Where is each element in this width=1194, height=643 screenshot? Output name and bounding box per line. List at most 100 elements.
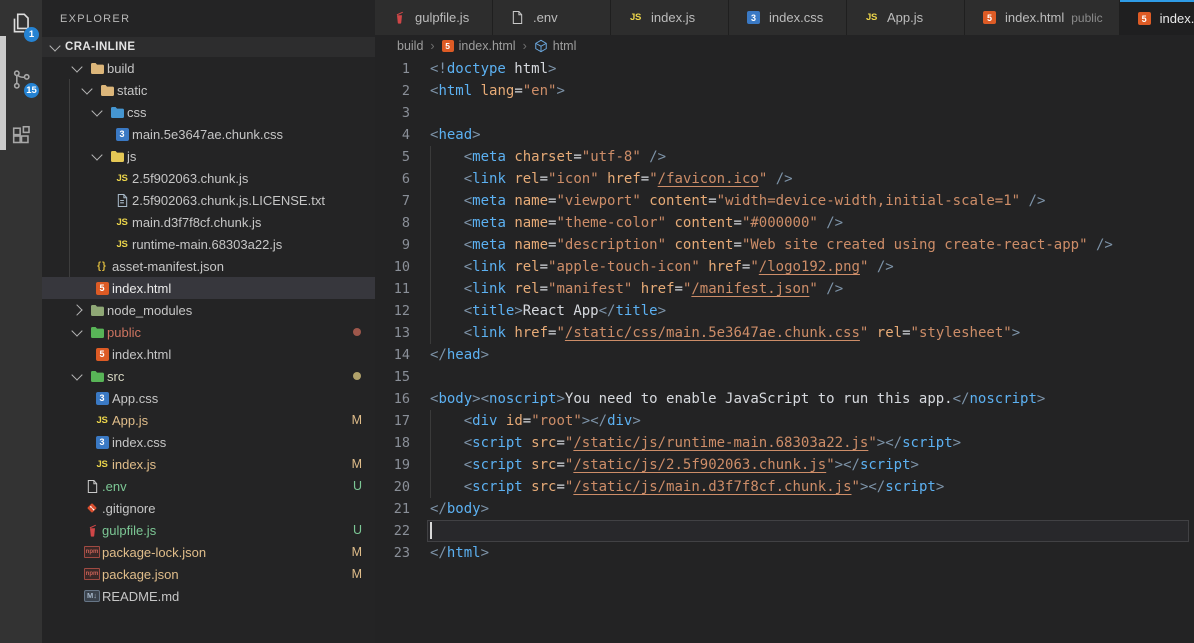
tree-item-label: src: [107, 369, 154, 384]
code-line[interactable]: 15: [375, 366, 1194, 388]
folder-section-header[interactable]: CRA-INLINE: [42, 37, 375, 57]
line-number: 23: [375, 542, 430, 564]
tree-item[interactable]: src: [42, 365, 375, 387]
breadcrumb-item[interactable]: html: [534, 39, 577, 53]
code-line[interactable]: 3: [375, 102, 1194, 124]
chevron-down-icon: [71, 61, 82, 72]
code-line[interactable]: 22: [375, 520, 1194, 542]
code-line[interactable]: 11 <link rel="manifest" href="/manifest.…: [375, 278, 1194, 300]
tree-item[interactable]: JSmain.d3f7f8cf.chunk.js: [42, 211, 375, 233]
tree-item[interactable]: JSruntime-main.68303a22.js: [42, 233, 375, 255]
html-file-icon: 5: [1138, 12, 1151, 25]
code-line[interactable]: 4<head>: [375, 124, 1194, 146]
tree-item[interactable]: 3index.css: [42, 431, 375, 453]
chevron-down-icon: [71, 369, 82, 380]
html-file-icon: 5: [442, 40, 454, 52]
breadcrumb-item[interactable]: build: [397, 39, 423, 53]
js-file-icon: JS: [630, 12, 641, 23]
code-line[interactable]: 21</body>: [375, 498, 1194, 520]
breadcrumb: build›5index.html›html: [375, 35, 1194, 57]
source-control-activity-button[interactable]: 15: [0, 56, 42, 102]
code-line[interactable]: 13 <link href="/static/css/main.5e3647ae…: [375, 322, 1194, 344]
explorer-sidebar: EXPLORER CRA-INLINE buildstaticcss3main.…: [42, 0, 375, 643]
code-line[interactable]: 6 <link rel="icon" href="/favicon.ico" /…: [375, 168, 1194, 190]
tree-item[interactable]: gulpfile.jsU: [42, 519, 375, 541]
code-line[interactable]: 1<!doctype html>: [375, 58, 1194, 80]
tree-item[interactable]: 3App.css: [42, 387, 375, 409]
js-file-icon: JS: [866, 12, 877, 23]
explorer-activity-button[interactable]: 1: [0, 0, 42, 46]
tab-label: index.js: [651, 10, 695, 25]
code-editor[interactable]: 1<!doctype html>2<html lang="en">34<head…: [375, 57, 1194, 643]
tab-gulpfile.js[interactable]: gulpfile.js: [375, 0, 493, 35]
tree-item[interactable]: JSindex.jsM: [42, 453, 375, 475]
extensions-activity-button[interactable]: [0, 112, 42, 158]
chevron-down-icon: [81, 83, 92, 94]
gulp-file-icon: [393, 10, 406, 25]
tree-item[interactable]: JS2.5f902063.chunk.js: [42, 167, 375, 189]
code-line[interactable]: 5 <meta charset="utf-8" />: [375, 146, 1194, 168]
tree-item[interactable]: js: [42, 145, 375, 167]
tab-index.js[interactable]: JS index.js: [611, 0, 729, 35]
tree-item-label: build: [107, 61, 164, 76]
chevron-down-icon: [91, 105, 102, 116]
tree-item-label: README.md: [102, 589, 209, 604]
code-line[interactable]: 2<html lang="en">: [375, 80, 1194, 102]
tab-index.css[interactable]: 3index.css: [729, 0, 847, 35]
code-line[interactable]: 16<body><noscript>You need to enable Jav…: [375, 388, 1194, 410]
tree-item[interactable]: static: [42, 79, 375, 101]
tab-label: index.html: [1160, 11, 1194, 26]
tab-label: App.js: [887, 10, 923, 25]
code-line[interactable]: 20 <script src="/static/js/main.d3f7f8cf…: [375, 476, 1194, 498]
gitignore-file-icon: [85, 501, 99, 515]
line-number: 7: [375, 190, 430, 212]
tree-item[interactable]: .gitignore: [42, 497, 375, 519]
npm-file-icon: npm: [84, 546, 101, 558]
code-line[interactable]: 19 <script src="/static/js/2.5f902063.ch…: [375, 454, 1194, 476]
tree-item[interactable]: 2.5f902063.chunk.js.LICENSE.txt: [42, 189, 375, 211]
tree-item[interactable]: build: [42, 57, 375, 79]
tab-index.html[interactable]: 5index.htmlpublic: [965, 0, 1120, 35]
git-status-badge: M: [352, 545, 362, 559]
tree-item-label: runtime-main.68303a22.js: [132, 237, 312, 252]
tree-item-label: index.css: [112, 435, 196, 450]
git-status-badge: M: [352, 413, 362, 427]
code-line[interactable]: 12 <title>React App</title>: [375, 300, 1194, 322]
code-line[interactable]: 8 <meta name="theme-color" content="#000…: [375, 212, 1194, 234]
code-line[interactable]: 23</html>: [375, 542, 1194, 564]
tree-item[interactable]: npmpackage.jsonM: [42, 563, 375, 585]
git-status-badge: M: [352, 567, 362, 581]
git-status-dot: [353, 372, 361, 380]
tab-App.js[interactable]: JS App.js: [847, 0, 965, 35]
tree-item[interactable]: node_modules: [42, 299, 375, 321]
tab-index.html[interactable]: 5 index.html: [1120, 0, 1194, 35]
tree-item[interactable]: npmpackage-lock.jsonM: [42, 541, 375, 563]
tree-item[interactable]: 3main.5e3647ae.chunk.css: [42, 123, 375, 145]
code-line[interactable]: 10 <link rel="apple-touch-icon" href="/l…: [375, 256, 1194, 278]
code-line[interactable]: 14</head>: [375, 344, 1194, 366]
tree-item-label: .gitignore: [102, 501, 185, 516]
line-number: 10: [375, 256, 430, 278]
html-file-icon: 5: [983, 11, 996, 24]
tab-suffix: public: [1071, 11, 1102, 25]
code-line[interactable]: 18 <script src="/static/js/runtime-main.…: [375, 432, 1194, 454]
tree-item[interactable]: public: [42, 321, 375, 343]
tree-item[interactable]: {}asset-manifest.json: [42, 255, 375, 277]
tree-item[interactable]: JSApp.jsM: [42, 409, 375, 431]
line-number: 16: [375, 388, 430, 410]
tree-item[interactable]: 5index.html: [42, 277, 375, 299]
breadcrumb-item[interactable]: 5index.html: [442, 39, 516, 53]
breadcrumb-separator: ›: [523, 39, 527, 53]
code-line[interactable]: 17 <div id="root"></div>: [375, 410, 1194, 432]
tree-item[interactable]: 5index.html: [42, 343, 375, 365]
tree-item[interactable]: .envU: [42, 475, 375, 497]
tab-.env[interactable]: .env: [493, 0, 611, 35]
code-line[interactable]: 7 <meta name="viewport" content="width=d…: [375, 190, 1194, 212]
line-number: 6: [375, 168, 430, 190]
tree-item[interactable]: css: [42, 101, 375, 123]
tree-item-label: public: [107, 325, 171, 340]
tree-item[interactable]: M↓README.md: [42, 585, 375, 607]
env-file-icon: [511, 10, 524, 25]
line-number: 5: [375, 146, 430, 168]
code-line[interactable]: 9 <meta name="description" content="Web …: [375, 234, 1194, 256]
